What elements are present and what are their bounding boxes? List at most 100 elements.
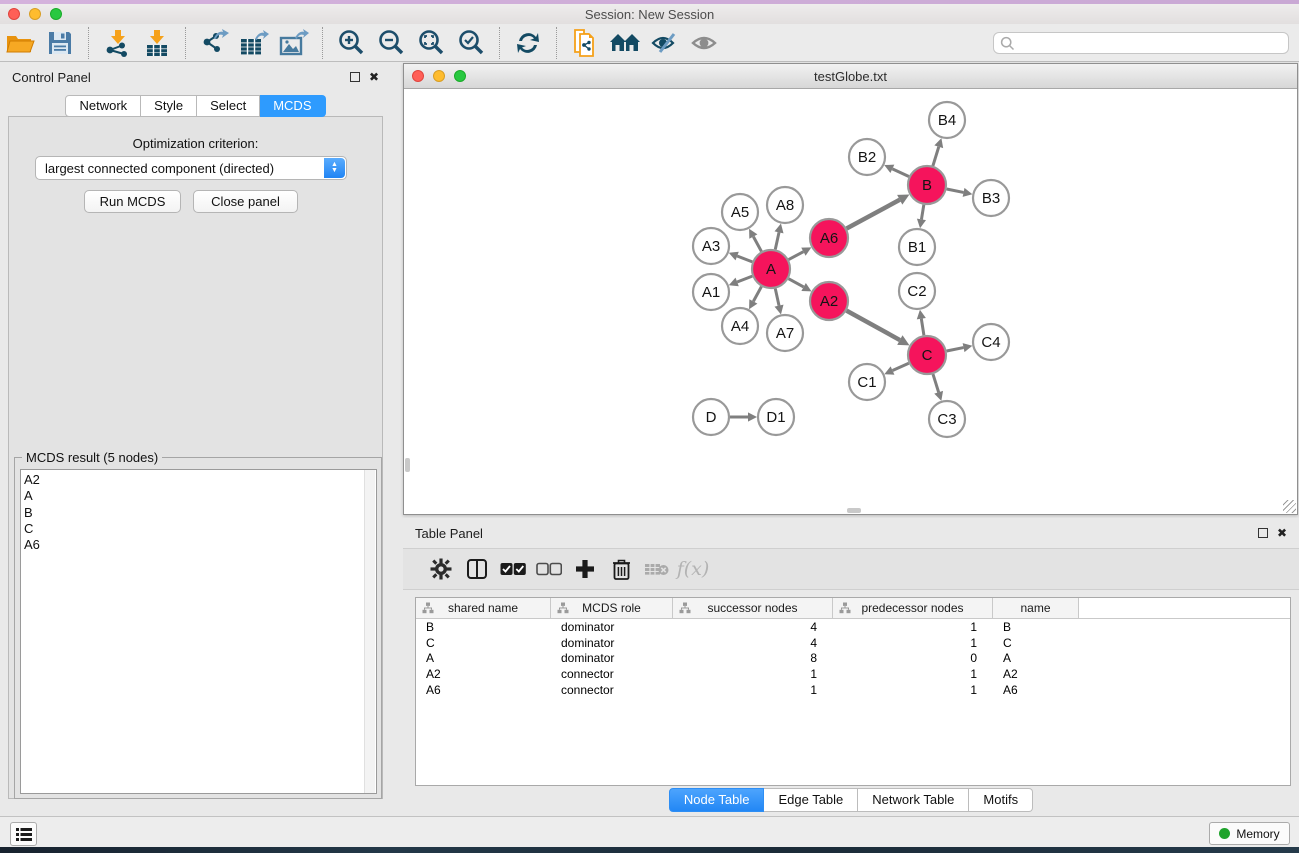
graph-node-A[interactable]: A xyxy=(752,250,790,288)
node-table[interactable]: shared nameMCDS rolesuccessor nodesprede… xyxy=(415,597,1291,786)
tab-select[interactable]: Select xyxy=(197,95,260,117)
import-table-button[interactable] xyxy=(137,26,177,60)
graph-edge-A-A1[interactable] xyxy=(737,276,752,282)
export-table-button[interactable] xyxy=(234,26,274,60)
column-header-MCDS-role[interactable]: MCDS role xyxy=(551,598,673,619)
mcds-result-item[interactable]: A xyxy=(24,488,376,504)
mcds-result-item[interactable]: A2 xyxy=(24,472,376,488)
export-network-button[interactable] xyxy=(194,26,234,60)
table-cell[interactable]: 0 xyxy=(833,651,993,665)
network-canvas[interactable]: B4B2BB3B1A5A8A6A3AA1C2A4A7A2C4CC1C3DD1 xyxy=(404,89,1297,514)
mcds-result-item[interactable]: B xyxy=(24,505,376,521)
graph-edge-A-A4[interactable] xyxy=(753,287,761,302)
graph-edge-B-B1[interactable] xyxy=(921,205,923,220)
network-window-titlebar[interactable]: testGlobe.txt xyxy=(404,64,1297,89)
export-image-button[interactable] xyxy=(274,26,314,60)
graph-node-A8[interactable]: A8 xyxy=(767,187,803,223)
graph-edge-A2-C[interactable] xyxy=(847,311,900,340)
table-cell[interactable]: C xyxy=(416,636,551,650)
column-header-name[interactable]: name xyxy=(993,598,1079,619)
zoom-out-button[interactable] xyxy=(371,26,411,60)
graph-edge-B-B4[interactable] xyxy=(933,147,939,166)
column-header-successor-nodes[interactable]: successor nodes xyxy=(673,598,833,619)
graph-node-D1[interactable]: D1 xyxy=(758,399,794,435)
graph-edge-C-C3[interactable] xyxy=(933,374,939,392)
graph-edge-A-A8[interactable] xyxy=(775,232,779,249)
table-cell[interactable]: A6 xyxy=(993,683,1079,697)
run-mcds-button[interactable]: Run MCDS xyxy=(84,190,181,213)
graph-edge-A-A7[interactable] xyxy=(775,289,779,306)
show-panels-list-button[interactable] xyxy=(10,822,37,846)
column-header-shared-name[interactable]: shared name xyxy=(416,598,551,619)
table-cell[interactable]: dominator xyxy=(551,636,673,650)
table-cell[interactable]: 1 xyxy=(673,667,833,681)
graph-edge-A-A5[interactable] xyxy=(753,237,761,252)
graph-node-B4[interactable]: B4 xyxy=(929,102,965,138)
table-row[interactable]: Cdominator41C xyxy=(416,635,1290,651)
column-header-predecessor-nodes[interactable]: predecessor nodes xyxy=(833,598,993,619)
table-cell[interactable]: 1 xyxy=(673,683,833,697)
window-resize-grip[interactable] xyxy=(1283,500,1296,513)
refresh-layout-button[interactable] xyxy=(508,26,548,60)
network-hscroll-nub[interactable] xyxy=(847,508,861,513)
mcds-result-list[interactable]: A2ABCA6 xyxy=(20,469,377,794)
float-panel-icon[interactable] xyxy=(350,72,360,82)
function-builder-button[interactable]: f(x) xyxy=(675,554,711,584)
table-row[interactable]: Adominator80A xyxy=(416,651,1290,667)
zoom-fit-button[interactable] xyxy=(411,26,451,60)
table-cell[interactable]: 1 xyxy=(833,683,993,697)
graph-node-A4[interactable]: A4 xyxy=(722,308,758,344)
graph-node-A3[interactable]: A3 xyxy=(693,228,729,264)
table-cell[interactable]: dominator xyxy=(551,651,673,665)
tab-node-table[interactable]: Node Table xyxy=(669,788,765,812)
table-row[interactable]: A6connector11A6 xyxy=(416,682,1290,698)
tab-network[interactable]: Network xyxy=(65,95,141,117)
mcds-result-item[interactable]: C xyxy=(24,521,376,537)
graph-node-B2[interactable]: B2 xyxy=(849,139,885,175)
table-cell[interactable]: C xyxy=(993,636,1079,650)
graph-node-A7[interactable]: A7 xyxy=(767,315,803,351)
table-cell[interactable]: connector xyxy=(551,667,673,681)
graph-edge-A6-B[interactable] xyxy=(847,200,900,229)
table-row[interactable]: Bdominator41B xyxy=(416,619,1290,635)
graph-node-C2[interactable]: C2 xyxy=(899,273,935,309)
table-cell[interactable]: A xyxy=(993,651,1079,665)
table-cell[interactable]: 4 xyxy=(673,620,833,634)
graph-node-D[interactable]: D xyxy=(693,399,729,435)
float-panel-icon[interactable] xyxy=(1258,528,1268,538)
import-network-button[interactable] xyxy=(97,26,137,60)
tab-style[interactable]: Style xyxy=(141,95,197,117)
optimization-criterion-select[interactable]: largest connected component (directed) ▲… xyxy=(35,156,347,180)
table-cell[interactable]: connector xyxy=(551,683,673,697)
graph-node-A6[interactable]: A6 xyxy=(810,219,848,257)
mcds-result-scrollbar[interactable] xyxy=(364,470,375,793)
graph-node-C4[interactable]: C4 xyxy=(973,324,1009,360)
graph-node-A1[interactable]: A1 xyxy=(693,274,729,310)
table-cell[interactable]: 4 xyxy=(673,636,833,650)
table-cell[interactable]: A2 xyxy=(416,667,551,681)
close-panel-button[interactable]: Close panel xyxy=(193,190,298,213)
copy-network-button[interactable] xyxy=(565,26,605,60)
open-file-button[interactable] xyxy=(0,26,40,60)
graph-edge-A-A2[interactable] xyxy=(789,279,804,287)
first-neighbors-button[interactable] xyxy=(605,26,645,60)
hide-selected-button[interactable] xyxy=(645,26,685,60)
graph-node-A5[interactable]: A5 xyxy=(722,194,758,230)
close-panel-icon[interactable]: ✖ xyxy=(1277,527,1287,539)
select-all-checkboxes-button[interactable] xyxy=(495,554,531,584)
table-cell[interactable]: A6 xyxy=(416,683,551,697)
table-cell[interactable]: 1 xyxy=(833,636,993,650)
graph-edge-C-C1[interactable] xyxy=(893,363,909,370)
graph-node-B1[interactable]: B1 xyxy=(899,229,935,265)
zoom-selected-button[interactable] xyxy=(451,26,491,60)
deselect-all-checkboxes-button[interactable] xyxy=(531,554,567,584)
tab-mcds[interactable]: MCDS xyxy=(260,95,325,117)
table-cell[interactable]: A xyxy=(416,651,551,665)
graph-node-A2[interactable]: A2 xyxy=(810,282,848,320)
graph-edge-B-B3[interactable] xyxy=(947,189,964,192)
table-cell[interactable]: 8 xyxy=(673,651,833,665)
graph-edge-C-C2[interactable] xyxy=(921,319,924,336)
table-cell[interactable]: dominator xyxy=(551,620,673,634)
settings-gear-button[interactable] xyxy=(423,554,459,584)
graph-node-B[interactable]: B xyxy=(908,166,946,204)
